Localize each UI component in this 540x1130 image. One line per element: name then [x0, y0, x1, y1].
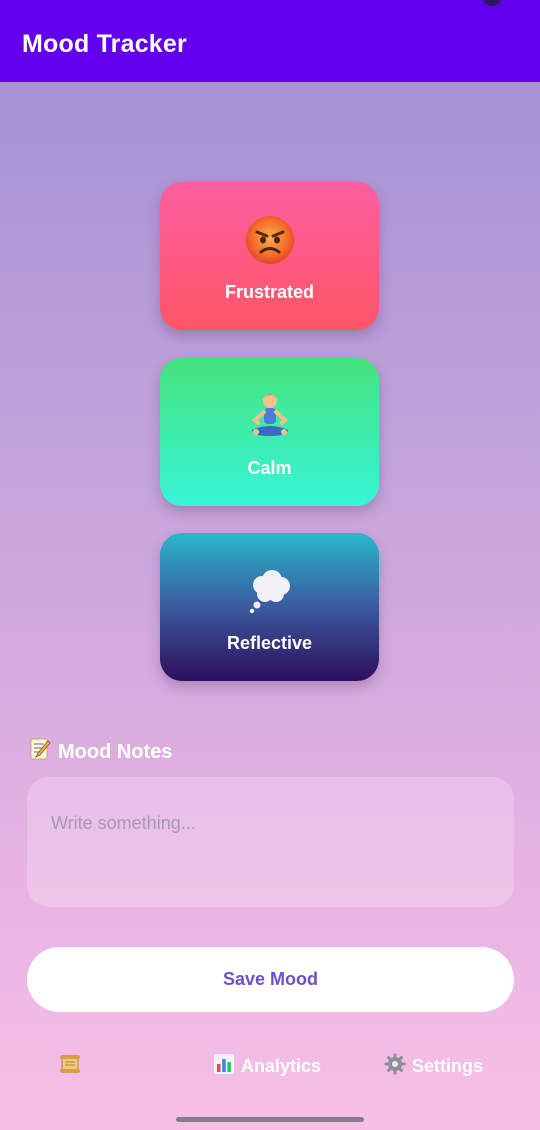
- nav-settings-label: Settings: [412, 1055, 484, 1076]
- nav-settings[interactable]: Settings: [384, 1045, 483, 1087]
- home-indicator[interactable]: [176, 1117, 364, 1122]
- gear-icon: [384, 1053, 406, 1080]
- app-title: Mood Tracker: [22, 30, 187, 58]
- save-mood-button[interactable]: Save Mood: [27, 947, 514, 1012]
- scroll-icon: [58, 1052, 82, 1081]
- notes-heading: Mood Notes: [28, 737, 172, 767]
- status-indicator: [482, 0, 502, 6]
- bar-chart-icon: [213, 1053, 235, 1080]
- angry-face-icon: [160, 214, 379, 268]
- notes-input[interactable]: Write something...: [27, 777, 514, 907]
- notes-placeholder: Write something...: [51, 813, 196, 833]
- mood-label: Reflective: [226, 633, 313, 653]
- mood-card-calm[interactable]: Calm: [160, 358, 379, 506]
- mood-label: Frustrated: [224, 282, 314, 302]
- nav-history[interactable]: [58, 1045, 82, 1087]
- nav-analytics[interactable]: Analytics: [213, 1045, 321, 1087]
- mood-card-reflective[interactable]: Reflective: [160, 533, 379, 681]
- nav-analytics-label: Analytics: [241, 1055, 322, 1076]
- app-bar: Mood Tracker: [0, 0, 540, 82]
- bottom-navigation: Analytics Settings: [0, 1045, 540, 1090]
- meditating-person-icon: [160, 390, 379, 444]
- mood-label: Calm: [247, 458, 292, 478]
- memo-icon: [28, 737, 52, 767]
- notes-title: Mood Notes: [58, 740, 173, 763]
- mood-card-frustrated[interactable]: Frustrated: [160, 182, 379, 330]
- thought-bubble-icon: [160, 565, 379, 619]
